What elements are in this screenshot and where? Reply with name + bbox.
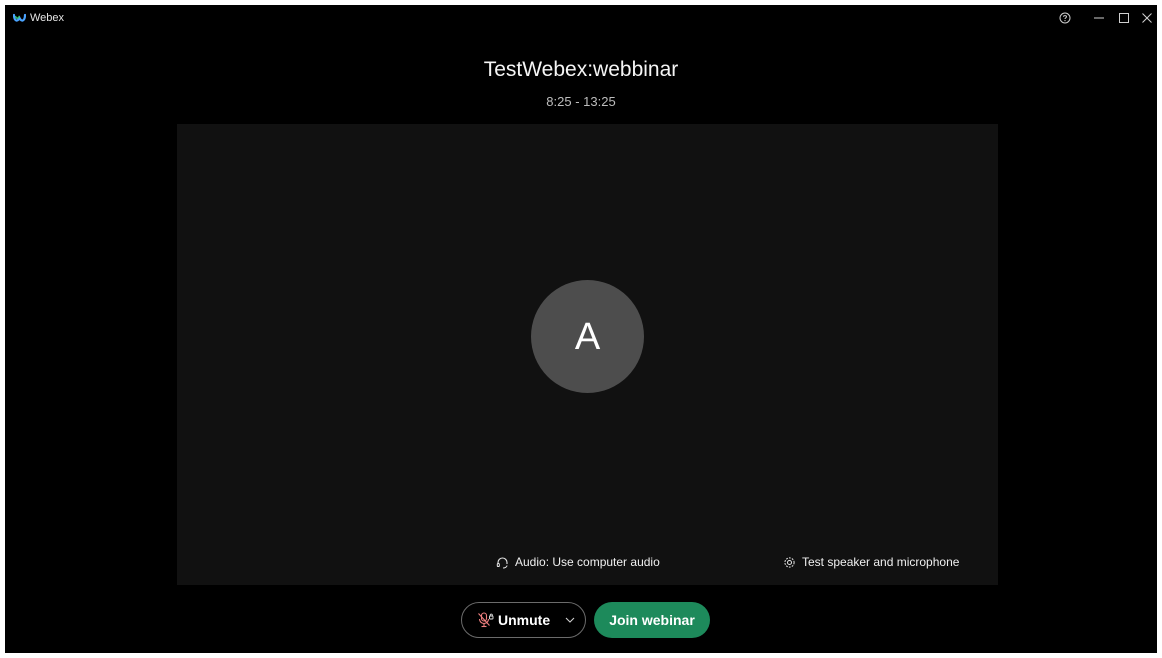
minimize-icon (1094, 17, 1104, 19)
video-preview: A Audio: Use computer audio Test speaker… (177, 124, 998, 585)
close-button[interactable] (1138, 10, 1156, 26)
meeting-time: 8:25 - 13:25 (546, 94, 616, 109)
app-name: Webex (30, 12, 65, 24)
microphone-muted-icon (478, 612, 494, 628)
maximize-button[interactable] (1115, 10, 1133, 26)
audio-control-group: Unmute (461, 602, 586, 638)
gear-icon (784, 556, 795, 568)
audio-connection-button[interactable]: Audio: Use computer audio (496, 553, 660, 571)
meeting-title: TestWebex:webbinar (483, 58, 679, 81)
unmute-label: Unmute (498, 612, 551, 628)
minimize-button[interactable] (1090, 10, 1108, 26)
unmute-button[interactable]: Unmute (462, 603, 550, 637)
close-icon (1142, 13, 1152, 23)
join-webinar-button[interactable]: Join webinar (594, 602, 710, 638)
avatar: A (531, 280, 644, 393)
help-button[interactable] (1056, 10, 1074, 26)
title-bar: Webex (5, 5, 1157, 31)
test-speaker-mic-button[interactable]: Test speaker and microphone (783, 553, 959, 571)
webex-logo-icon (13, 13, 26, 22)
maximize-icon (1119, 13, 1129, 23)
chevron-down-icon (565, 617, 575, 623)
test-label: Test speaker and microphone (802, 555, 960, 569)
audio-label: Audio: Use computer audio (515, 555, 660, 569)
webex-window: Webex TestWebex:webbinar 8:25 - 13:25 A … (5, 5, 1157, 653)
headset-icon (496, 556, 508, 568)
help-icon (1059, 12, 1071, 24)
audio-options-dropdown[interactable] (561, 611, 579, 629)
